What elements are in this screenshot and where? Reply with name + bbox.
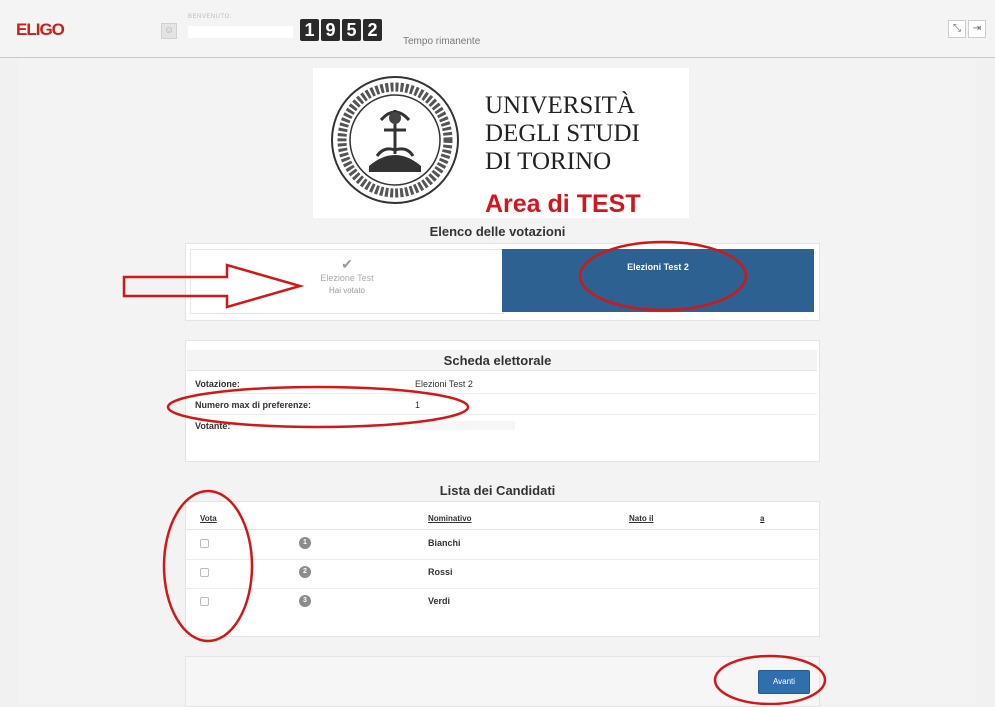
annotation-circle [578, 240, 748, 312]
annotation-arrow-icon [122, 263, 305, 309]
annotation-overlay [122, 240, 827, 705]
annotation-circle [166, 385, 470, 429]
annotation-circle [713, 654, 827, 705]
annotation-circle [162, 489, 254, 643]
